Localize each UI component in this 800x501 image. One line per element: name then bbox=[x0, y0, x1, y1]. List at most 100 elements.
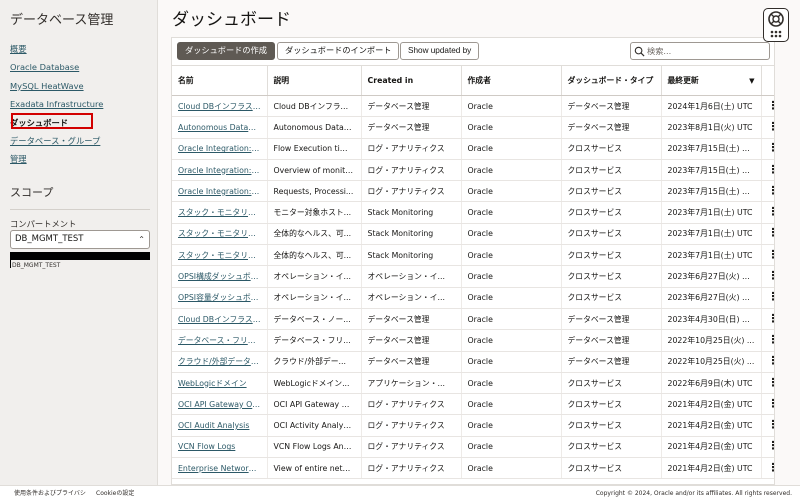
column-header-last-updated-label: 最終更新 bbox=[667, 75, 699, 85]
kebab-menu-icon[interactable]: ⋮ bbox=[768, 333, 775, 346]
search-box[interactable] bbox=[630, 42, 770, 60]
cell-last-updated: 2023年7月15日(土) U... bbox=[661, 180, 762, 203]
cell-dashboard-type: クロスサービス bbox=[561, 159, 662, 182]
cell-name[interactable]: OCI Audit Analysis bbox=[172, 414, 268, 437]
compartment-select[interactable]: DB_MGMT_TEST ⌃ bbox=[10, 230, 150, 249]
kebab-menu-icon[interactable]: ⋮ bbox=[768, 290, 775, 303]
cell-name[interactable]: Oracle Integration: Overview bbox=[172, 159, 268, 182]
cell-name[interactable]: Oracle Integration: Requests bbox=[172, 180, 268, 203]
kebab-menu-icon[interactable]: ⋮ bbox=[768, 163, 775, 176]
cell-created-in: データベース管理 bbox=[361, 329, 462, 352]
cell-name[interactable]: スタック・モニタリング bbox=[172, 201, 268, 224]
row-actions-cell: ⋮ bbox=[761, 414, 775, 437]
column-header-last-updated[interactable]: 最終更新 ▼ bbox=[661, 65, 762, 96]
table-row: WebLogicドメイン WebLogicドメイン... アプリケーション・... O… bbox=[172, 372, 775, 395]
cell-name[interactable]: Enterprise Network Overview bbox=[172, 457, 268, 480]
kebab-menu-icon[interactable]: ⋮ bbox=[768, 269, 775, 282]
cell-name[interactable]: OCI API Gateway Overview bbox=[172, 393, 268, 416]
cell-creator: Oracle bbox=[461, 265, 562, 288]
cell-name[interactable]: OPSI構成ダッシュボード bbox=[172, 265, 268, 288]
cell-creator: Oracle bbox=[461, 95, 562, 118]
row-actions-cell: ⋮ bbox=[761, 201, 775, 224]
kebab-menu-icon[interactable]: ⋮ bbox=[768, 418, 775, 431]
column-header-created-in[interactable]: Created in bbox=[361, 65, 462, 96]
kebab-menu-icon[interactable]: ⋮ bbox=[768, 354, 775, 367]
row-actions-cell: ⋮ bbox=[761, 287, 775, 309]
kebab-menu-icon[interactable]: ⋮ bbox=[768, 226, 775, 239]
cell-created-in: ログ・アナリティクス bbox=[361, 180, 462, 203]
cell-dashboard-type: データベース管理 bbox=[561, 308, 662, 331]
import-dashboard-button[interactable]: ダッシュボードのインポート bbox=[277, 42, 400, 60]
column-header-name[interactable]: 名前 bbox=[172, 65, 268, 96]
cell-last-updated: 2023年7月15日(土) U... bbox=[661, 159, 762, 182]
row-actions-cell: ⋮ bbox=[761, 180, 775, 203]
cell-name[interactable]: データベース・フリート bbox=[172, 329, 268, 352]
kebab-menu-icon[interactable]: ⋮ bbox=[768, 248, 775, 261]
cell-created-in: ログ・アナリティクス bbox=[361, 414, 462, 437]
terms-privacy-link[interactable]: 使用条件およびプライバシ bbox=[14, 486, 86, 501]
sidebar-item-dashboards[interactable]: ダッシュボード bbox=[10, 116, 103, 134]
cell-name[interactable]: Cloud DBインフラストラクチャ bbox=[172, 308, 268, 331]
row-actions-cell: ⋮ bbox=[761, 116, 775, 139]
sidebar-item-mysql-heatwave[interactable]: MySQL HeatWave bbox=[10, 79, 103, 97]
table-header-row: 名前 説明 Created in 作成者 ダッシュボード・タイプ 最終更新 ▼ bbox=[172, 65, 774, 96]
kebab-menu-icon[interactable]: ⋮ bbox=[768, 439, 775, 452]
help-widget[interactable] bbox=[763, 8, 789, 42]
cell-creator: Oracle bbox=[461, 159, 562, 182]
kebab-menu-icon[interactable]: ⋮ bbox=[768, 141, 775, 154]
cell-dashboard-type: クロスサービス bbox=[561, 436, 662, 459]
table-row: Enterprise Network OverviewView of entir… bbox=[172, 457, 775, 480]
cell-created-in: Stack Monitoring bbox=[361, 201, 462, 224]
kebab-menu-icon[interactable]: ⋮ bbox=[768, 312, 775, 325]
scope-heading: スコープ bbox=[10, 186, 54, 199]
dashboards-table: 名前 説明 Created in 作成者 ダッシュボード・タイプ 最終更新 ▼ C… bbox=[172, 65, 775, 480]
search-icon bbox=[634, 46, 645, 57]
show-updated-by-button[interactable]: Show updated by bbox=[400, 42, 480, 60]
column-header-description[interactable]: 説明 bbox=[267, 65, 362, 96]
cell-name[interactable]: Cloud DBインフラストラクチャ bbox=[172, 95, 268, 118]
cell-creator: Oracle bbox=[461, 457, 562, 480]
kebab-menu-icon[interactable]: ⋮ bbox=[768, 99, 775, 112]
cell-dashboard-type: データベース管理 bbox=[561, 329, 662, 352]
kebab-menu-icon[interactable]: ⋮ bbox=[768, 376, 775, 389]
path-line bbox=[10, 260, 11, 268]
kebab-menu-icon[interactable]: ⋮ bbox=[768, 461, 775, 474]
dashboards-panel: ダッシュボードの作成 ダッシュボードのインポート Show updated by… bbox=[171, 37, 775, 485]
row-actions-cell: ⋮ bbox=[761, 95, 775, 118]
sidebar-item-database-groups[interactable]: データベース・グループ bbox=[10, 134, 103, 152]
column-header-creator[interactable]: 作成者 bbox=[461, 65, 562, 96]
cell-created-in: データベース管理 bbox=[361, 308, 462, 331]
cell-name[interactable]: Oracle Integration: Flow bbox=[172, 138, 268, 160]
kebab-menu-icon[interactable]: ⋮ bbox=[768, 397, 775, 410]
kebab-menu-icon[interactable]: ⋮ bbox=[768, 205, 775, 218]
cell-name[interactable]: VCN Flow Logs bbox=[172, 436, 268, 459]
search-input[interactable] bbox=[647, 44, 767, 58]
create-dashboard-button[interactable]: ダッシュボードの作成 bbox=[177, 42, 275, 60]
sidebar-item-overview[interactable]: 概要 bbox=[10, 42, 103, 60]
cell-name[interactable]: WebLogicドメイン bbox=[172, 372, 268, 395]
cell-name[interactable]: Autonomous Database bbox=[172, 116, 268, 139]
lifebuoy-icon bbox=[768, 11, 784, 38]
sidebar-item-administration[interactable]: 管理 bbox=[10, 152, 103, 170]
kebab-menu-icon[interactable]: ⋮ bbox=[768, 184, 775, 197]
sort-descending-icon[interactable]: ▼ bbox=[749, 76, 754, 87]
cell-last-updated: 2021年4月2日(金) UTC bbox=[661, 414, 762, 437]
cell-name[interactable]: クラウド/外部データベース bbox=[172, 351, 268, 373]
cell-name[interactable]: スタック・モニタリング bbox=[172, 223, 268, 246]
column-header-dashboard-type[interactable]: ダッシュボード・タイプ bbox=[561, 65, 662, 96]
cell-last-updated: 2022年10月25日(火) ... bbox=[661, 351, 762, 373]
sidebar-item-exadata-infrastructure[interactable]: Exadata Infrastructure bbox=[10, 97, 103, 115]
cell-last-updated: 2023年6月27日(火) U... bbox=[661, 287, 762, 309]
cell-name[interactable]: OPSI容量ダッシュボード bbox=[172, 287, 268, 309]
cell-description: 全体的なヘルス、可... bbox=[267, 223, 362, 246]
table-row: Autonomous Database Autonomous Database デー… bbox=[172, 116, 775, 139]
column-header-actions bbox=[761, 65, 774, 96]
cell-created-in: ログ・アナリティクス bbox=[361, 457, 462, 480]
table-row: スタック・モニタリング モニター対象ホスト... Stack Monitoring O… bbox=[172, 201, 775, 224]
kebab-menu-icon[interactable]: ⋮ bbox=[768, 120, 775, 133]
sidebar: データベース管理 概要 Oracle Database MySQL HeatWa… bbox=[0, 0, 158, 485]
cell-created-in: ログ・アナリティクス bbox=[361, 138, 462, 160]
cookie-settings-link[interactable]: Cookieの設定 bbox=[96, 486, 134, 501]
sidebar-item-oracle-database[interactable]: Oracle Database bbox=[10, 60, 103, 78]
cell-name[interactable]: スタック・モニタリング bbox=[172, 244, 268, 267]
